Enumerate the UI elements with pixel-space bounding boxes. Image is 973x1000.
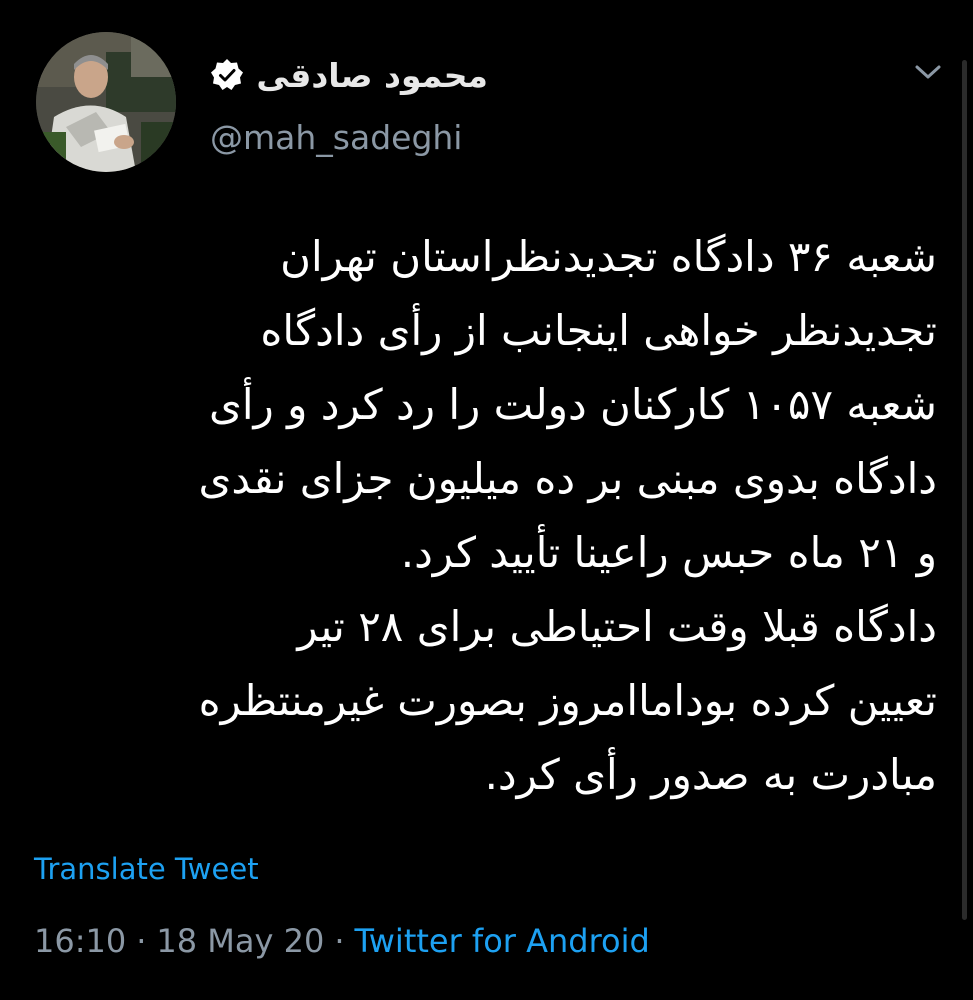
meta-separator: ·: [136, 922, 147, 960]
tweet-text-line: تعیین کرده بوداماامروز بصورت غیرمنتظره: [198, 676, 937, 725]
tweet-text-line: شعبه ۱۰۵۷ کارکنان دولت را رد کرد و رأی: [208, 380, 937, 429]
scrollbar-track[interactable]: [962, 60, 967, 920]
chevron-down-icon: [915, 65, 941, 79]
tweet-text-line: مبادرت به صدور رأی کرد.: [484, 750, 937, 799]
author-handle[interactable]: @mah_sadeghi: [210, 118, 462, 157]
tweet-text: شعبه ۳۶ دادگاه تجدیدنظراستان تهران تجدید…: [37, 220, 937, 812]
tweet-time[interactable]: 16:10: [34, 922, 126, 960]
tweet-text-line: تجدیدنظر خواهی اینجانب از رأی دادگاه: [260, 306, 937, 355]
profile-photo-icon: [36, 32, 176, 172]
author-display-name[interactable]: محمود صادقی: [256, 56, 488, 95]
translate-tweet-link[interactable]: Translate Tweet: [34, 852, 259, 886]
tweet-date[interactable]: 18 May 20: [156, 922, 324, 960]
tweet-text-line: شعبه ۳۶ دادگاه تجدیدنظراستان تهران: [280, 232, 937, 281]
tweet-text-line: دادگاه قبلا وقت احتیاطی برای ۲۸ تیر: [297, 602, 937, 651]
tweet-menu-button[interactable]: [908, 52, 948, 92]
tweet-text-line: و ۲۱ ماه حبس راعینا تأیید کرد.: [400, 528, 937, 577]
author-name-row: محمود صادقی: [210, 50, 488, 100]
tweet-metadata: 16:10 · 18 May 20 · Twitter for Android: [34, 922, 650, 960]
author-avatar[interactable]: [36, 32, 176, 172]
meta-separator: ·: [334, 922, 345, 960]
tweet-text-line: دادگاه بدوی مبنی بر ده میلیون جزای نقدی: [198, 454, 937, 503]
tweet-card: محمود صادقی @mah_sadeghi شعبه ۳۶ دادگاه …: [0, 0, 973, 1000]
tweet-source-link[interactable]: Twitter for Android: [355, 922, 650, 960]
verified-badge-icon: [210, 58, 244, 92]
